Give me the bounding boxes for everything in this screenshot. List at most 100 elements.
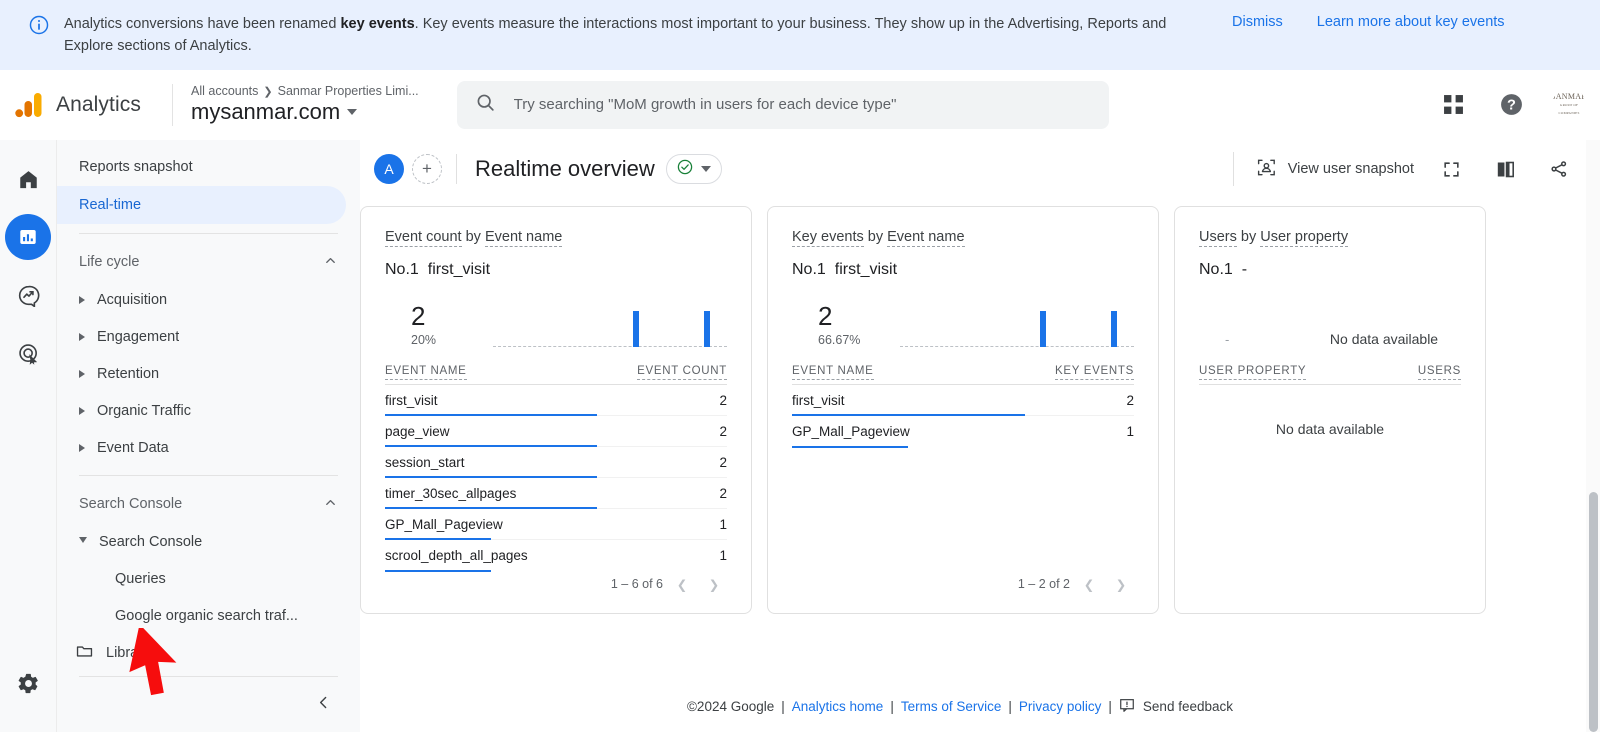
help-circle-icon[interactable]: ? — [1494, 88, 1528, 122]
compare-icon[interactable] — [1488, 152, 1522, 186]
breadcrumb-account[interactable]: Sanmar Properties Limi... — [278, 84, 419, 98]
sidebar-item-label: Search Console — [99, 533, 203, 550]
send-feedback-button[interactable]: Send feedback — [1119, 697, 1233, 716]
topbar-actions: ? SANMAR GROUP OF COMPANIES — [1436, 88, 1600, 122]
rail-item-admin[interactable] — [5, 660, 51, 706]
previous-page-button[interactable]: ❮ — [669, 571, 695, 597]
sidebar-footer — [57, 676, 360, 732]
row-dimension-value: GP_Mall_Pageview — [792, 424, 910, 439]
property-name[interactable]: mysanmar.com — [191, 99, 419, 125]
rail-item-explore[interactable] — [5, 272, 51, 318]
sidebar-item-organic-traffic[interactable]: Organic Traffic — [57, 392, 360, 429]
table-row[interactable]: timer_30sec_allpages 2 — [385, 478, 727, 509]
explore-icon — [18, 285, 39, 307]
table-row[interactable]: first_visit 2 — [385, 385, 727, 416]
sparkline-chart — [493, 299, 727, 347]
row-bar — [385, 569, 492, 572]
triangle-right-icon — [79, 406, 85, 415]
sidebar-item-acquisition[interactable]: Acquisition — [57, 281, 360, 318]
table-row[interactable]: page_view 2 — [385, 416, 727, 447]
row-metric-value: 2 — [1126, 392, 1134, 408]
card-title-dimension[interactable]: User property — [1260, 229, 1349, 247]
search-icon — [475, 92, 496, 118]
learn-more-link[interactable]: Learn more about key events — [1317, 14, 1505, 30]
card-title-metric[interactable]: Key events — [792, 229, 864, 247]
report-header: A + Realtime overview View user snapshot — [360, 140, 1600, 198]
account-selector[interactable]: All accounts ❯ Sanmar Properties Limi...… — [191, 84, 419, 125]
property-name-label: mysanmar.com — [191, 99, 341, 124]
top-rank-row: No.1 first_visit — [792, 261, 1134, 279]
report-status-dropdown[interactable] — [665, 154, 722, 184]
search-box[interactable] — [456, 80, 1109, 129]
view-user-snapshot-label: View user snapshot — [1287, 161, 1414, 177]
privacy-policy-link[interactable]: Privacy policy — [1019, 699, 1102, 714]
row-metric-value: 2 — [719, 392, 727, 408]
card-title-metric[interactable]: Event count — [385, 229, 462, 247]
caret-down-icon — [700, 166, 711, 172]
rail-item-advertising[interactable] — [5, 330, 51, 376]
sidebar-item-label: Queries — [115, 570, 166, 587]
triangle-right-icon — [79, 295, 85, 304]
table-row[interactable]: first_visit 2 — [792, 385, 1134, 416]
table-row[interactable]: GP_Mall_Pageview 1 — [792, 416, 1134, 448]
sidebar-item-engagement[interactable]: Engagement — [57, 318, 360, 355]
table-row[interactable]: session_start 2 — [385, 447, 727, 478]
metric-percent: 20% — [411, 333, 437, 347]
breadcrumb-root[interactable]: All accounts — [191, 84, 258, 98]
rail-item-home[interactable] — [5, 156, 51, 202]
table-row[interactable]: GP_Mall_Pageview 1 — [385, 509, 727, 540]
row-bar — [792, 445, 909, 448]
rail-item-reports[interactable] — [5, 214, 51, 260]
avatar[interactable]: SANMAR GROUP OF COMPANIES — [1552, 88, 1586, 122]
cards-container: Event count by Event name No.1 first_vis… — [360, 198, 1600, 614]
sidebar-item-label: Retention — [97, 365, 160, 382]
sidebar-item-google-organic-search-traffic[interactable]: Google organic search traf... — [57, 597, 360, 634]
page-scrollbar-track[interactable] — [1586, 140, 1600, 732]
search-input[interactable] — [513, 96, 1091, 113]
sidebar: Reports snapshot Real-time Life cycle Ac… — [57, 140, 360, 732]
metric-row: 2 66.67% — [792, 285, 1134, 347]
view-user-snapshot-button[interactable]: View user snapshot — [1256, 157, 1414, 182]
next-page-button[interactable]: ❯ — [701, 571, 727, 597]
collapse-sidebar-button[interactable] — [57, 677, 360, 732]
rank-value: first_visit — [834, 261, 898, 278]
advertising-icon — [18, 343, 37, 365]
sidebar-item-retention[interactable]: Retention — [57, 355, 360, 392]
row-dimension-value: timer_30sec_allpages — [385, 485, 517, 501]
analytics-logo-wrap[interactable]: Analytics — [0, 90, 172, 120]
fullscreen-icon[interactable] — [1434, 152, 1468, 186]
apps-grid-icon[interactable] — [1436, 88, 1470, 122]
sidebar-item-library[interactable]: Library — [57, 634, 360, 672]
table-row[interactable]: scrool_depth_all_pages 1 — [385, 540, 727, 572]
terms-of-service-link[interactable]: Terms of Service — [901, 699, 1002, 714]
metric-percent: 66.67% — [818, 333, 861, 347]
analytics-home-link[interactable]: Analytics home — [792, 699, 884, 714]
chevron-up-icon — [323, 253, 338, 272]
metric-left: - — [1199, 332, 1307, 347]
card-title-dimension[interactable]: Event name — [887, 229, 965, 247]
dismiss-button[interactable]: Dismiss — [1232, 14, 1283, 30]
comparison-avatar[interactable]: A — [374, 154, 404, 184]
page-scrollbar-thumb[interactable] — [1589, 492, 1598, 732]
sidebar-item-realtime[interactable]: Real-time — [57, 186, 346, 224]
card-title-dimension[interactable]: Event name — [484, 229, 563, 247]
sidebar-item-search-console[interactable]: Search Console — [57, 523, 360, 560]
sidebar-item-queries[interactable]: Queries — [57, 560, 360, 597]
sparkline-bar — [633, 311, 640, 347]
card-key-events: Key events by Event name No.1 first_visi… — [767, 206, 1159, 614]
sparkline-baseline — [900, 346, 1134, 347]
chevron-right-icon: ❯ — [263, 85, 273, 98]
next-page-button[interactable]: ❯ — [1108, 571, 1134, 597]
card-title-metric[interactable]: Users — [1199, 229, 1237, 247]
card-pagination: 1 – 6 of 6 ❮ ❯ — [385, 571, 727, 601]
previous-page-button[interactable]: ❮ — [1076, 571, 1102, 597]
chart-no-data-message: No data available — [1329, 331, 1439, 347]
sidebar-item-event-data[interactable]: Event Data — [57, 429, 360, 466]
sidebar-group-search-console[interactable]: Search Console — [57, 485, 360, 523]
send-feedback-label: Send feedback — [1142, 699, 1233, 714]
sidebar-group-life-cycle[interactable]: Life cycle — [57, 243, 360, 281]
sidebar-item-reports-snapshot[interactable]: Reports snapshot — [57, 148, 346, 186]
add-comparison-button[interactable]: + — [412, 154, 442, 184]
sidebar-item-label: Reports snapshot — [79, 159, 193, 175]
share-icon[interactable] — [1542, 152, 1576, 186]
